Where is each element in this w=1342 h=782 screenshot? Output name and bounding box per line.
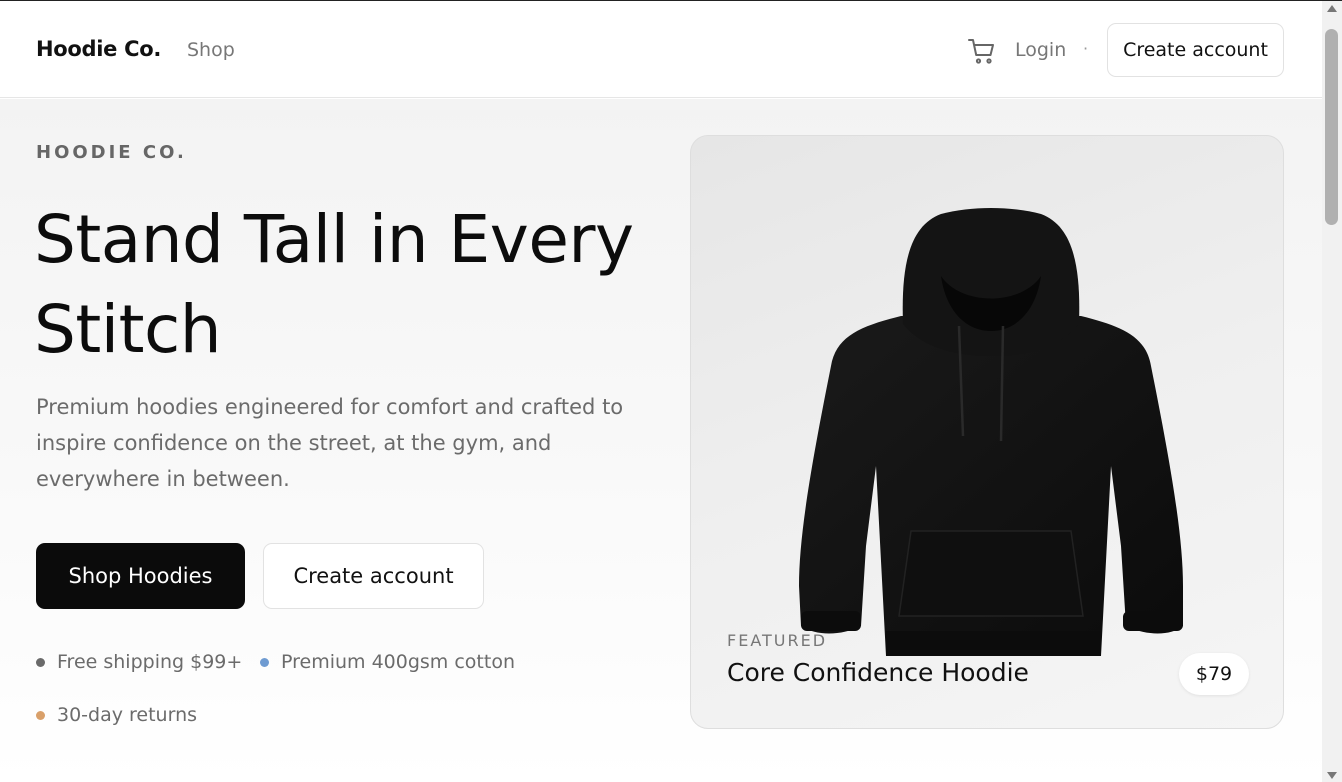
bullet-dot-icon — [36, 657, 45, 667]
featured-product-title[interactable]: Core Confidence Hoodie — [727, 658, 1029, 687]
bullet-dot-icon — [36, 710, 45, 720]
featured-eyebrow: FEATURED — [727, 631, 828, 650]
vertical-scrollbar[interactable] — [1322, 1, 1342, 782]
hero-subtext: Premium hoodies engineered for comfort a… — [36, 395, 624, 491]
feature-label: Premium 400gsm cotton — [281, 651, 515, 673]
feature-label: 30-day returns — [57, 704, 198, 726]
header-create-account-button[interactable]: Create account — [1107, 23, 1284, 77]
scroll-up-arrow-icon[interactable] — [1327, 5, 1337, 12]
feature-item: 30-day returns — [36, 704, 197, 726]
shopping-cart-icon[interactable] — [966, 35, 998, 67]
scroll-down-arrow-icon[interactable] — [1327, 772, 1337, 779]
brand-logo[interactable]: Hoodie Co. — [36, 37, 161, 61]
bullet-dot-icon — [260, 657, 269, 667]
separator-dot: · — [1083, 39, 1089, 58]
create-account-button[interactable]: Create account — [263, 543, 484, 609]
featured-product-card[interactable]: FEATURED Core Confidence Hoodie $79 — [690, 135, 1284, 729]
login-link[interactable]: Login — [1015, 39, 1066, 61]
price-badge: $79 — [1179, 653, 1249, 695]
scrollbar-thumb[interactable] — [1325, 29, 1338, 225]
feature-item: Free shipping $99+ — [36, 651, 242, 673]
nav-link-shop[interactable]: Shop — [187, 39, 235, 61]
headline-line-1: Stand Tall in Every — [34, 201, 634, 278]
feature-label: Free shipping $99+ — [57, 651, 243, 673]
shop-hoodies-button[interactable]: Shop Hoodies — [36, 543, 245, 609]
feature-item: Premium 400gsm cotton — [260, 651, 515, 673]
hero-eyebrow: HOODIE CO. — [36, 142, 187, 163]
headline-line-2: Stitch — [34, 291, 222, 368]
site-header: Hoodie Co. Shop Login · Create account — [0, 1, 1322, 98]
black-hoodie-image — [799, 208, 1183, 656]
hero-headline: Stand Tall in Every Stitch — [34, 195, 674, 375]
page: Hoodie Co. Shop Login · Create account H… — [0, 1, 1322, 782]
hero-section: HOODIE CO. Stand Tall in Every Stitch Pr… — [0, 99, 1322, 782]
